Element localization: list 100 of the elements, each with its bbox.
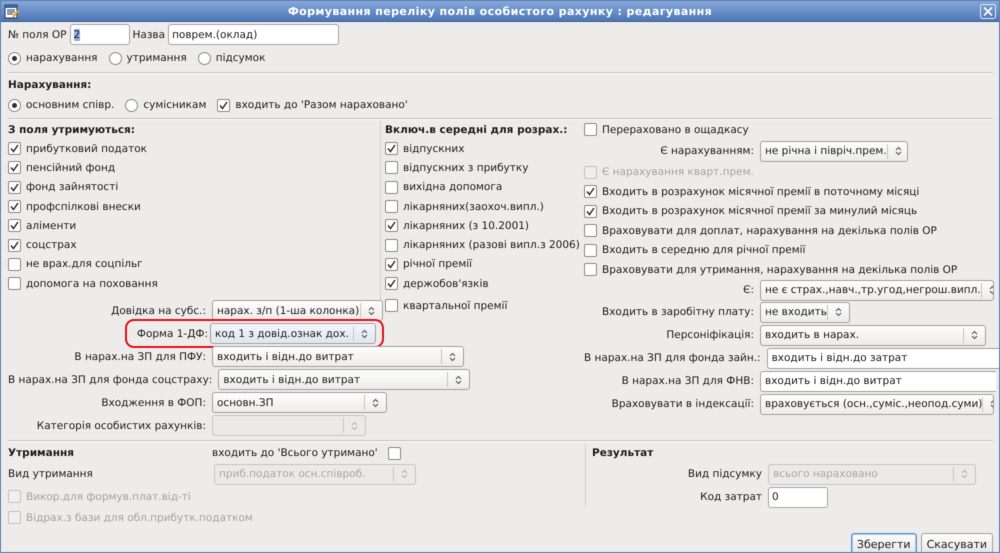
checkbox-label[interactable]: аліменти (26, 220, 76, 232)
checkbox-label[interactable]: Враховувати для утримання, нарахування на декілька полів ОР (602, 264, 958, 276)
dropdown[interactable]: основн.ЗП (212, 392, 387, 414)
updown-arrow-icon (368, 306, 375, 316)
checkbox[interactable] (388, 446, 401, 460)
checkbox-label[interactable]: лікарняних (разові випл.з 2006) (403, 239, 580, 252)
checkbox-label[interactable]: лікарняних (з 10.2001) (403, 220, 530, 232)
checkbox[interactable] (8, 161, 21, 174)
radio-label[interactable]: підсумок (216, 52, 266, 64)
checkbox[interactable] (584, 263, 597, 276)
checkbox-label[interactable]: допомога на поховання (26, 278, 158, 290)
radio-label[interactable]: нарахування (26, 52, 98, 64)
checkbox[interactable] (217, 98, 230, 112)
checkbox[interactable] (385, 161, 398, 174)
checkbox[interactable] (584, 224, 597, 238)
section-title: Утримання (8, 446, 75, 462)
checkbox-label[interactable]: входить до 'Всього утримано' (212, 447, 378, 460)
checkbox[interactable] (385, 258, 398, 271)
checkbox[interactable] (8, 180, 21, 194)
field-label: Назва (132, 28, 166, 40)
field-label: Вид утримання (8, 468, 94, 480)
field-label: Входить в заробітну плату: (600, 306, 755, 318)
radio-button[interactable] (8, 52, 21, 64)
dropdown[interactable]: враховується (осн.,суміс.,неопод.суми) (760, 394, 994, 414)
dropdown[interactable]: код 1 з довід.ознак дох. (210, 323, 376, 344)
dropdown[interactable]: нарах. з/п (1-ша колонка) (212, 300, 383, 322)
checkbox-label[interactable]: відпускних з прибутку (403, 162, 528, 174)
field-label: В нарах.на ЗП для ПФУ: (73, 350, 207, 363)
section-title: Результат (592, 446, 654, 462)
checkbox[interactable] (385, 219, 398, 232)
checkbox[interactable] (385, 238, 398, 252)
number-field[interactable]: 2 (70, 24, 130, 45)
checkbox[interactable] (584, 244, 597, 257)
checkbox-label[interactable]: річної премії (403, 258, 472, 270)
checkbox[interactable] (385, 299, 398, 312)
checkbox[interactable] (385, 180, 398, 194)
dropdown[interactable]: не річна і півріч.прем. (760, 140, 908, 162)
dropdown[interactable]: входить і відн.до затрат (766, 348, 999, 368)
checkbox-label[interactable]: пенсійний фонд (26, 162, 116, 174)
radio-label[interactable]: утримання (126, 52, 187, 64)
checkbox[interactable] (8, 219, 21, 232)
checkbox[interactable] (385, 200, 398, 214)
checkbox[interactable] (584, 185, 597, 198)
checkbox-label[interactable]: соцстрах (26, 239, 77, 252)
radio-button[interactable] (125, 98, 138, 112)
radio-button[interactable] (198, 52, 211, 64)
field-label: В нарах.на ЗП для фонда зайн.: (584, 352, 762, 364)
cost-code-field[interactable]: 0 (768, 486, 828, 508)
checkbox[interactable] (385, 142, 398, 156)
checkbox[interactable] (8, 238, 21, 252)
checkbox-label[interactable]: лікарняних(заохоч.випл.) (403, 200, 544, 213)
section-title: Нарахування: (8, 78, 92, 93)
radio-label[interactable]: сумісникам (143, 99, 206, 111)
dialog-button[interactable]: Скасувати (920, 532, 993, 552)
checkbox-label[interactable]: входить до 'Разом нараховано' (235, 99, 408, 111)
dropdown[interactable]: входить і відн.до витрат (212, 346, 464, 368)
field-label: Вид підсумку (686, 468, 763, 480)
section-title: З поля утримуються: (8, 122, 136, 138)
dropdown[interactable]: входить і відн.до витрат (218, 369, 470, 390)
checkbox-label[interactable]: квартальної премії (403, 300, 508, 312)
field-label: Є: (742, 284, 755, 296)
checkbox-label[interactable]: Входить в розрахунок місячної премії в поточному місяці (602, 186, 920, 198)
dropdown[interactable]: не є страх.,навч.,тр.угод,негрош.випл. (760, 280, 994, 300)
field-label: Входження в ФОП: (100, 396, 207, 409)
radio-button[interactable] (108, 52, 122, 64)
updown-arrow-icon (894, 146, 902, 156)
checkbox-label[interactable]: Враховувати для доплат, нарахування на декілька полів ОР (602, 224, 937, 237)
checkbox-label[interactable]: фонд зайнятості (26, 181, 118, 194)
checkbox-label[interactable]: профспілкові внески (26, 200, 141, 213)
checkbox[interactable] (385, 277, 398, 290)
checkbox[interactable] (584, 123, 597, 136)
checkbox-label[interactable]: вихідна допомога (403, 181, 502, 194)
field-label: Довідка на субс.: (110, 304, 207, 317)
checkbox[interactable] (8, 277, 21, 290)
checkbox-label[interactable]: держобов'язків (403, 278, 489, 290)
updown-arrow-icon (835, 307, 842, 317)
field-label: В нарах.на ЗП для ФНВ: (620, 375, 755, 387)
dropdown[interactable]: входить і відн.до витрат (760, 370, 996, 392)
window-title: Формування переліку полів особистого рахунку : редагування (286, 4, 714, 18)
radio-button[interactable] (8, 98, 21, 112)
checkbox[interactable] (8, 142, 21, 156)
dialog-button[interactable]: Зберегти (850, 532, 917, 552)
radio-label[interactable]: основним співр. (26, 99, 114, 111)
checkbox-label[interactable]: Входить в середню для річної премії (602, 244, 806, 256)
checkbox[interactable] (584, 204, 597, 218)
name-field[interactable]: поврем.(оклад) (168, 24, 340, 45)
updown-arrow-icon (455, 374, 462, 385)
updown-arrow-icon (961, 469, 968, 480)
checkbox[interactable] (8, 200, 21, 214)
close-icon[interactable] (980, 4, 996, 18)
field-label: Є нарахуванням: (659, 145, 755, 157)
checkbox-label[interactable]: Входить в розрахунок місячної премії за минулий місяць (602, 205, 918, 218)
dropdown[interactable]: входить в нарах. (760, 324, 986, 346)
dropdown[interactable]: не входить (760, 302, 850, 322)
checkbox-label[interactable]: Перераховано в ощадкасу (602, 124, 749, 136)
checkbox-label[interactable]: не врах.для соцпільг (26, 258, 143, 270)
checkbox[interactable] (8, 258, 21, 271)
checkbox-label[interactable]: відпускних (403, 142, 464, 155)
checkbox-label[interactable]: прибутковий податок (26, 142, 147, 155)
field-label: № поля ОР (8, 28, 67, 40)
